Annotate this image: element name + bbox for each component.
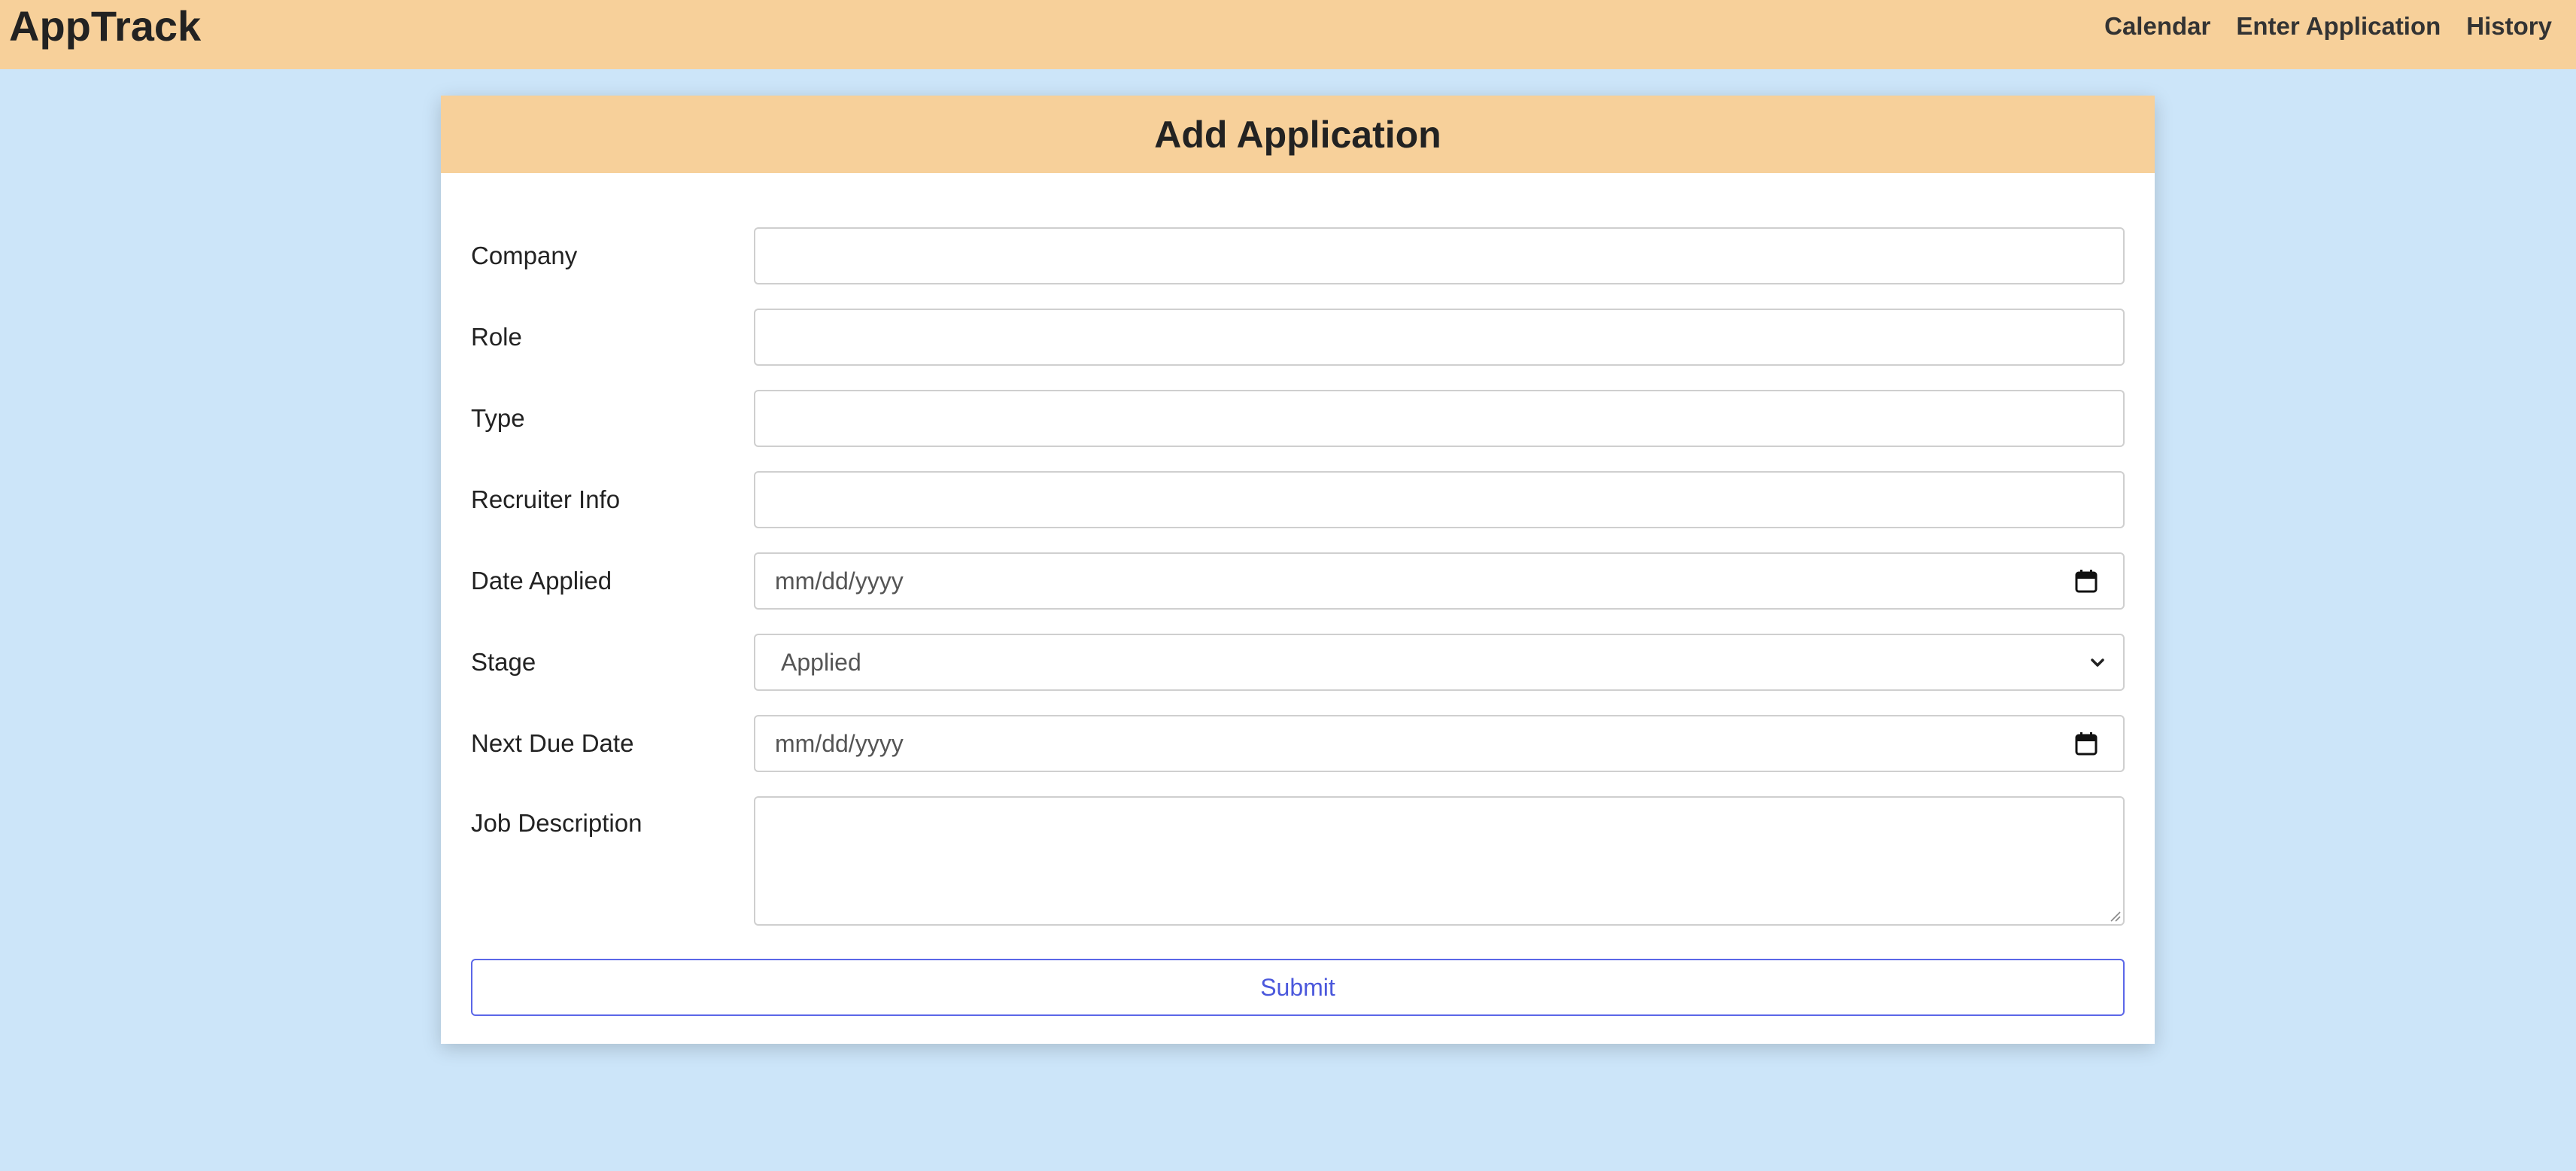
company-label: Company xyxy=(471,242,578,269)
calendar-icon[interactable] xyxy=(2075,569,2098,593)
card-header: Add Application xyxy=(441,96,2155,173)
form-row-next-due-date: Next Due Date mm/dd/yyyy xyxy=(471,715,2125,772)
form-row-type: Type xyxy=(471,390,2125,447)
app-brand[interactable]: AppTrack xyxy=(9,0,201,53)
nav-link-calendar[interactable]: Calendar xyxy=(2104,12,2210,41)
nav-links: Calendar Enter Application History xyxy=(2104,0,2552,53)
role-input[interactable] xyxy=(754,309,2125,366)
form-row-role: Role xyxy=(471,309,2125,366)
date-applied-input[interactable]: mm/dd/yyyy xyxy=(754,552,2125,610)
type-input[interactable] xyxy=(754,390,2125,447)
form-row-recruiter-info: Recruiter Info xyxy=(471,471,2125,528)
form-row-date-applied: Date Applied mm/dd/yyyy xyxy=(471,552,2125,610)
stage-select-value: Applied xyxy=(781,649,861,676)
date-applied-placeholder: mm/dd/yyyy xyxy=(775,567,904,595)
chevron-down-icon xyxy=(2091,658,2104,667)
form-row-job-description: Job Description xyxy=(471,796,2125,926)
stage-label: Stage xyxy=(471,648,536,676)
recruiter-info-input[interactable] xyxy=(754,471,2125,528)
calendar-icon[interactable] xyxy=(2075,731,2098,756)
recruiter-info-label: Recruiter Info xyxy=(471,485,621,513)
form-row-stage: Stage Applied xyxy=(471,634,2125,691)
stage-select[interactable]: Applied xyxy=(754,634,2125,691)
role-label: Role xyxy=(471,323,522,351)
next-due-date-placeholder: mm/dd/yyyy xyxy=(775,730,904,757)
next-due-date-input[interactable]: mm/dd/yyyy xyxy=(754,715,2125,772)
date-applied-label: Date Applied xyxy=(471,567,612,595)
add-application-card: Add Application Company Role Type Recrui… xyxy=(441,96,2155,1044)
job-description-textarea[interactable] xyxy=(754,796,2125,926)
company-input[interactable] xyxy=(754,227,2125,284)
nav-link-history[interactable]: History xyxy=(2466,12,2552,41)
resize-handle-icon[interactable] xyxy=(2108,909,2122,923)
form-row-company: Company xyxy=(471,227,2125,284)
submit-button[interactable]: Submit xyxy=(471,959,2125,1016)
nav-link-enter-application[interactable]: Enter Application xyxy=(2236,12,2441,41)
job-description-label: Job Description xyxy=(471,809,642,837)
type-label: Type xyxy=(471,404,525,432)
next-due-date-label: Next Due Date xyxy=(471,729,634,757)
page-title: Add Application xyxy=(1154,113,1441,156)
top-navbar: AppTrack Calendar Enter Application Hist… xyxy=(0,0,2576,69)
